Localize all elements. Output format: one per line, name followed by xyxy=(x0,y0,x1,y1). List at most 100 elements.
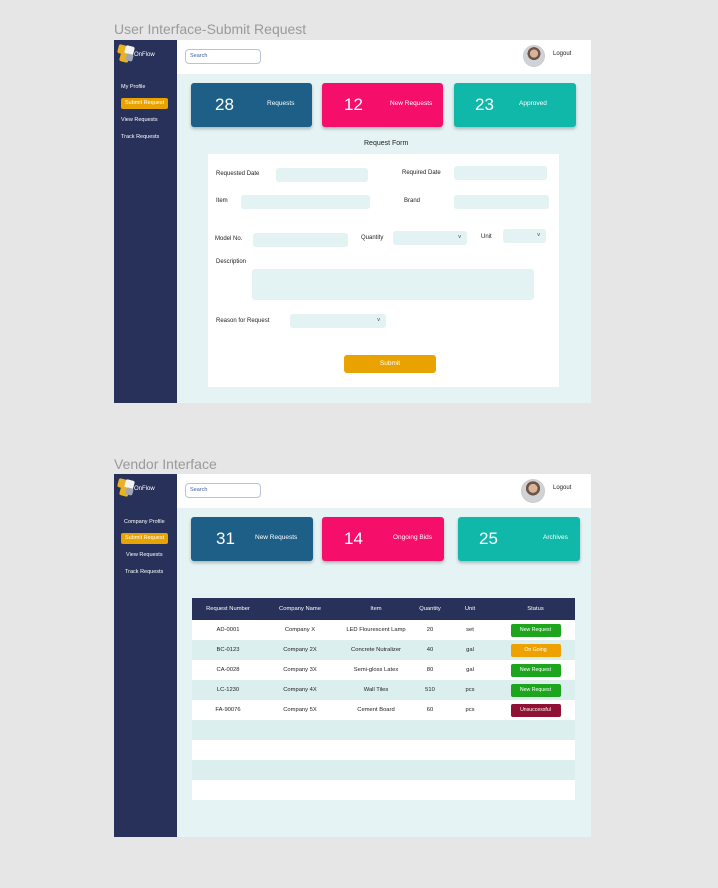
table-row[interactable]: CA-0028 Company 3X Semi-gloss Latex 80 g… xyxy=(192,660,575,680)
quantity: 20 xyxy=(416,620,444,640)
frame-title-vendor: Vendor Interface xyxy=(114,456,217,472)
stat-number: 28 xyxy=(215,95,234,114)
column-header-quantity[interactable]: Quantity xyxy=(416,598,444,620)
column-header-unit[interactable]: Unit xyxy=(444,598,496,620)
table-row-empty xyxy=(192,740,575,760)
item-name: Concrete Nutralizer xyxy=(336,640,416,660)
table-row-empty xyxy=(192,760,575,780)
column-header-request-number[interactable]: Request Number xyxy=(192,598,264,620)
stat-number: 12 xyxy=(344,95,363,114)
table-row[interactable]: BC-0123 Company 2X Concrete Nutralizer 4… xyxy=(192,640,575,660)
stat-card-approved[interactable]: 23 Approved xyxy=(454,83,576,127)
stat-card-ongoing-bids[interactable]: 14 Ongoing Bids xyxy=(322,517,444,561)
avatar[interactable] xyxy=(523,45,545,67)
sidebar-item-view-requests[interactable]: View Requests xyxy=(121,115,158,126)
status-badge[interactable]: New Request xyxy=(510,623,561,637)
chevron-down-icon: v xyxy=(537,232,540,238)
item-name: Wall Tiles xyxy=(336,680,416,700)
required-date-field[interactable] xyxy=(454,166,547,180)
sidebar-item-company-profile[interactable]: Company Profile xyxy=(124,517,165,528)
column-header-item[interactable]: Item xyxy=(336,598,416,620)
sidebar-item-submit-request[interactable]: Submit Request xyxy=(121,98,169,109)
model-no-label: Model No. xyxy=(215,236,243,242)
unit-label: Unit xyxy=(481,234,492,240)
table-row[interactable]: FA-90076 Company 5X Cement Board 60 pcs … xyxy=(192,700,575,720)
sidebar: OnFlow Company Profile Submit Request Vi… xyxy=(114,474,177,837)
model-no-field[interactable] xyxy=(253,233,348,247)
frame-title-user: User Interface-Submit Request xyxy=(114,21,307,37)
search-input[interactable]: Search xyxy=(185,483,261,498)
company-name: Company X xyxy=(264,620,336,640)
description-label: Description xyxy=(216,259,247,265)
requests-table: Request Number Company Name Item Quantit… xyxy=(192,598,575,800)
request-number: AD-0001 xyxy=(192,620,264,640)
vendor-interface-frame: OnFlow Company Profile Submit Request Vi… xyxy=(114,474,591,837)
sidebar-item-view-requests[interactable]: View Requests xyxy=(126,550,163,561)
request-number: BC-0123 xyxy=(192,640,264,660)
logo-text: OnFlow xyxy=(134,52,155,58)
stat-number: 31 xyxy=(216,529,235,548)
form-title: Request Form xyxy=(364,140,409,147)
sidebar: OnFlow My Profile Submit Request View Re… xyxy=(114,40,177,403)
item-label: Item xyxy=(216,198,228,204)
company-name: Company 3X xyxy=(264,660,336,680)
table-row-empty xyxy=(192,780,575,800)
sidebar-item-submit-request[interactable]: Submit Request xyxy=(121,533,169,544)
sidebar-item-my-profile[interactable]: My Profile xyxy=(121,82,145,93)
column-header-status[interactable]: Status xyxy=(496,598,575,620)
reason-label: Reason for Request xyxy=(216,318,270,324)
logo: OnFlow xyxy=(116,43,175,67)
stat-label: Ongoing Bids xyxy=(393,534,433,541)
stat-label: New Requests xyxy=(255,534,298,541)
stat-label: Approved xyxy=(519,100,547,107)
stat-card-new-requests[interactable]: 12 New Requests xyxy=(322,83,443,127)
requested-date-field[interactable] xyxy=(276,168,368,182)
company-name: Company 4X xyxy=(264,680,336,700)
status-badge[interactable]: New Request xyxy=(510,683,561,697)
status-badge[interactable]: New Request xyxy=(510,663,561,677)
stat-number: 14 xyxy=(344,529,363,548)
logo: OnFlow xyxy=(116,477,175,501)
request-number: CA-0028 xyxy=(192,660,264,680)
status-badge[interactable]: On Going xyxy=(510,643,561,657)
stat-label: New Requests xyxy=(390,100,433,107)
item-field[interactable] xyxy=(241,195,370,209)
stat-card-archives[interactable]: 25 Archives xyxy=(458,517,580,561)
request-form: Requested Date Required Date Item Brand … xyxy=(208,154,559,387)
quantity: 80 xyxy=(416,660,444,680)
submit-button[interactable]: Submit xyxy=(344,355,436,373)
user-interface-frame: OnFlow My Profile Submit Request View Re… xyxy=(114,40,591,403)
item-name: Semi-gloss Latex xyxy=(336,660,416,680)
description-textarea[interactable] xyxy=(252,269,534,300)
logout-link[interactable]: Logout xyxy=(553,485,571,491)
quantity: 40 xyxy=(416,640,444,660)
header: Search Logout xyxy=(177,474,591,508)
quantity: 510 xyxy=(416,680,444,700)
quantity-select[interactable]: v xyxy=(393,231,467,245)
quantity: 60 xyxy=(416,700,444,720)
unit: pcs xyxy=(444,680,496,700)
column-header-company-name[interactable]: Company Name xyxy=(264,598,336,620)
stat-card-requests[interactable]: 28 Requests xyxy=(191,83,312,127)
request-number: FA-90076 xyxy=(192,700,264,720)
item-name: Cement Board xyxy=(336,700,416,720)
unit-select[interactable]: v xyxy=(503,229,546,243)
stat-card-new-requests[interactable]: 31 New Requests xyxy=(191,517,313,561)
chevron-down-icon: v xyxy=(458,234,461,240)
stat-number: 23 xyxy=(475,95,494,114)
logout-link[interactable]: Logout xyxy=(553,51,571,57)
table-row[interactable]: AD-0001 Company X LED Flourescent Lamp 2… xyxy=(192,620,575,640)
sidebar-item-track-requests[interactable]: Track Requests xyxy=(125,567,163,578)
search-input[interactable]: Search xyxy=(185,49,261,64)
unit: gal xyxy=(444,640,496,660)
brand-label: Brand xyxy=(404,198,421,204)
brand-field[interactable] xyxy=(454,195,549,209)
avatar[interactable] xyxy=(521,479,545,503)
reason-select[interactable]: v xyxy=(290,314,386,328)
header: Search Logout xyxy=(177,40,591,74)
request-number: LC-1230 xyxy=(192,680,264,700)
status-badge[interactable]: Unsuccessful xyxy=(510,703,561,717)
table-row[interactable]: LC-1230 Company 4X Wall Tiles 510 pcs Ne… xyxy=(192,680,575,700)
sidebar-item-track-requests[interactable]: Track Requests xyxy=(121,132,159,143)
stat-label: Archives xyxy=(543,534,568,541)
